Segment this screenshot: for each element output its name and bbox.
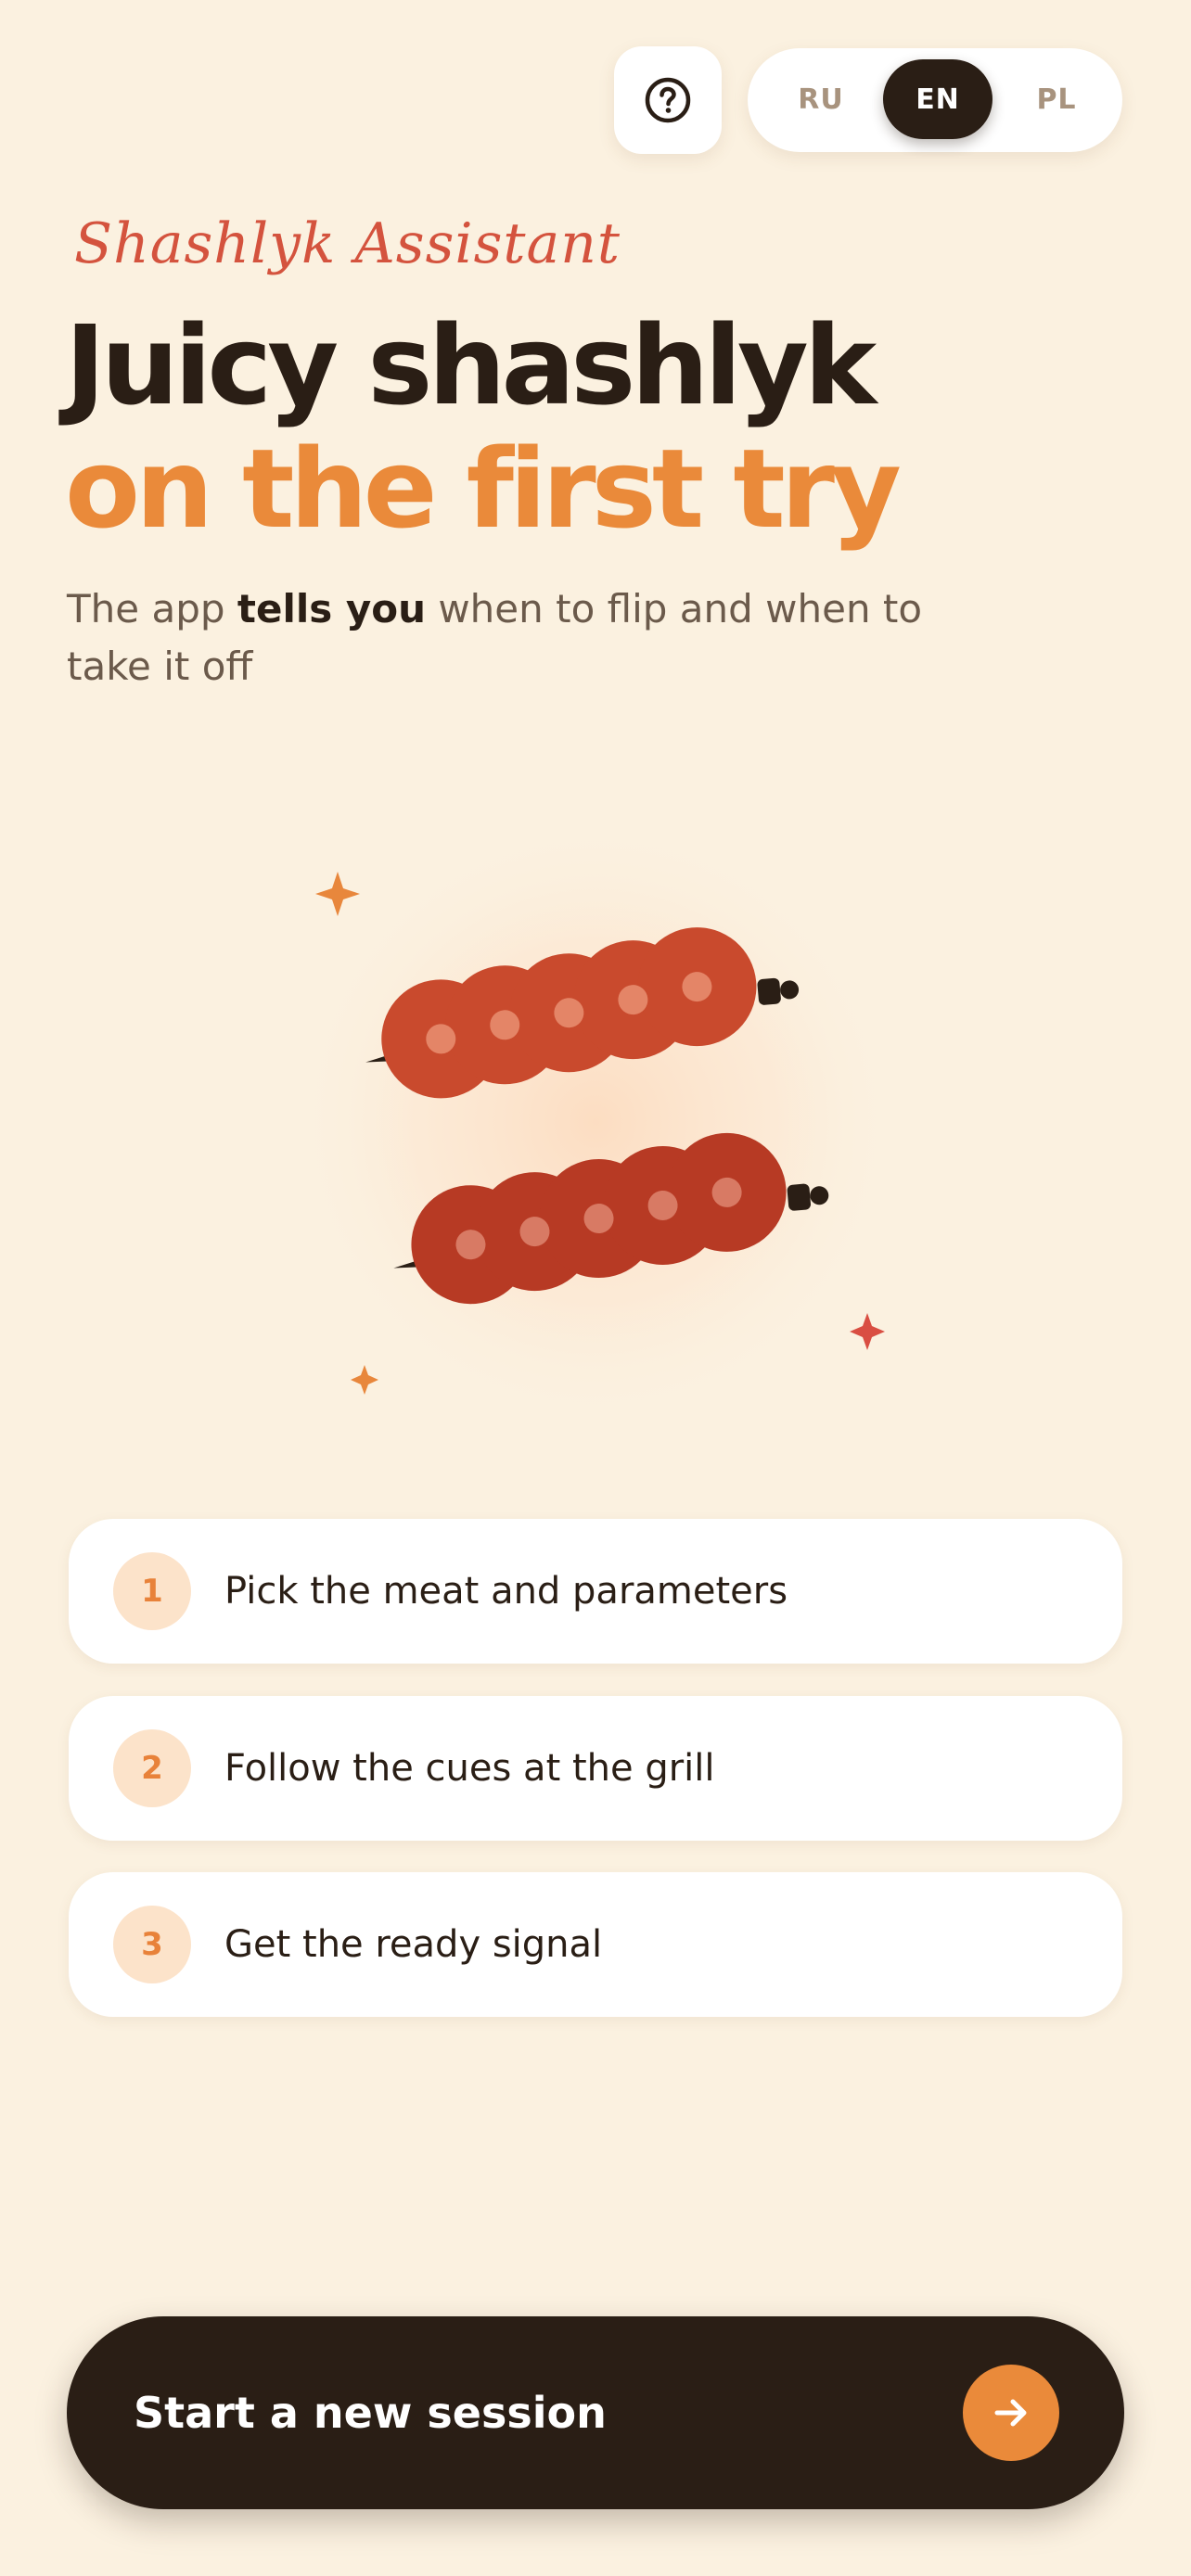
step-card: 1 Pick the meat and parameters (69, 1519, 1122, 1664)
start-session-label: Start a new session (134, 2388, 607, 2438)
step-text: Follow the cues at the grill (224, 1747, 715, 1790)
language-option-pl[interactable]: PL (1002, 59, 1111, 139)
sparkle-icon (850, 1313, 885, 1350)
headline-line-2: on the first try (65, 425, 902, 553)
language-option-ru[interactable]: RU (766, 59, 876, 139)
glow-background (289, 816, 902, 1428)
step-text: Get the ready signal (224, 1923, 603, 1966)
skewers-illustration-icon (260, 807, 928, 1474)
subtitle: The app tells you when to flip and when … (67, 580, 939, 695)
step-text: Pick the meat and parameters (224, 1570, 788, 1613)
question-circle-icon (645, 77, 691, 123)
step-number-badge: 2 (113, 1729, 191, 1807)
language-option-en[interactable]: EN (883, 59, 992, 139)
sparkle-icon (351, 1365, 378, 1395)
app-name: Shashlyk Assistant (74, 211, 621, 276)
step-number-badge: 1 (113, 1552, 191, 1630)
start-session-button[interactable]: Start a new session (67, 2316, 1124, 2509)
subtitle-bold: tells you (237, 586, 426, 631)
step-number-badge: 3 (113, 1906, 191, 1983)
arrow-right-icon (963, 2365, 1059, 2461)
headline-line-1: Juicy shashlyk (65, 301, 877, 429)
step-card: 2 Follow the cues at the grill (69, 1696, 1122, 1841)
step-card: 3 Get the ready signal (69, 1872, 1122, 2017)
subtitle-prefix: The app (67, 586, 237, 631)
help-button[interactable] (614, 46, 722, 154)
sparkle-icon (315, 872, 360, 916)
language-switcher: RU EN PL (748, 48, 1122, 152)
